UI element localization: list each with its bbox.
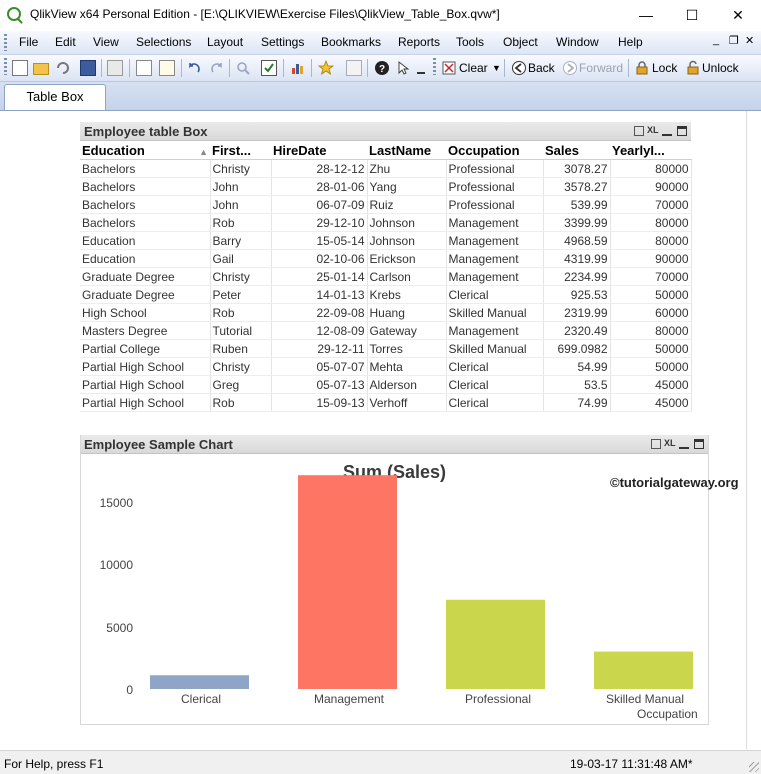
- x-tick-label-management: Management: [313, 692, 385, 706]
- x-axis-title: Occupation: [637, 707, 698, 721]
- status-help-text: For Help, press F1: [4, 757, 104, 771]
- bar-clerical[interactable]: [150, 675, 249, 689]
- resize-grip-icon[interactable]: [749, 762, 759, 772]
- bar-skilled-manual[interactable]: [594, 651, 693, 689]
- y-tick-label: 15000: [99, 496, 133, 510]
- x-tick-label-professional: Professional: [464, 692, 532, 706]
- status-datetime: 19-03-17 11:31:48 AM*: [570, 757, 693, 771]
- y-tick-label: 0: [126, 683, 133, 697]
- bar-management[interactable]: [298, 475, 397, 689]
- x-tick-label-clerical: Clerical: [180, 692, 221, 706]
- y-tick-label: 10000: [99, 558, 133, 572]
- y-tick-label: 5000: [106, 621, 133, 635]
- x-tick-label-skilled-manual: Skilled Manual: [605, 692, 685, 706]
- bar-chart: [150, 475, 693, 689]
- status-bar: For Help, press F1 19-03-17 11:31:48 AM*: [0, 750, 761, 774]
- bar-professional[interactable]: [446, 599, 545, 689]
